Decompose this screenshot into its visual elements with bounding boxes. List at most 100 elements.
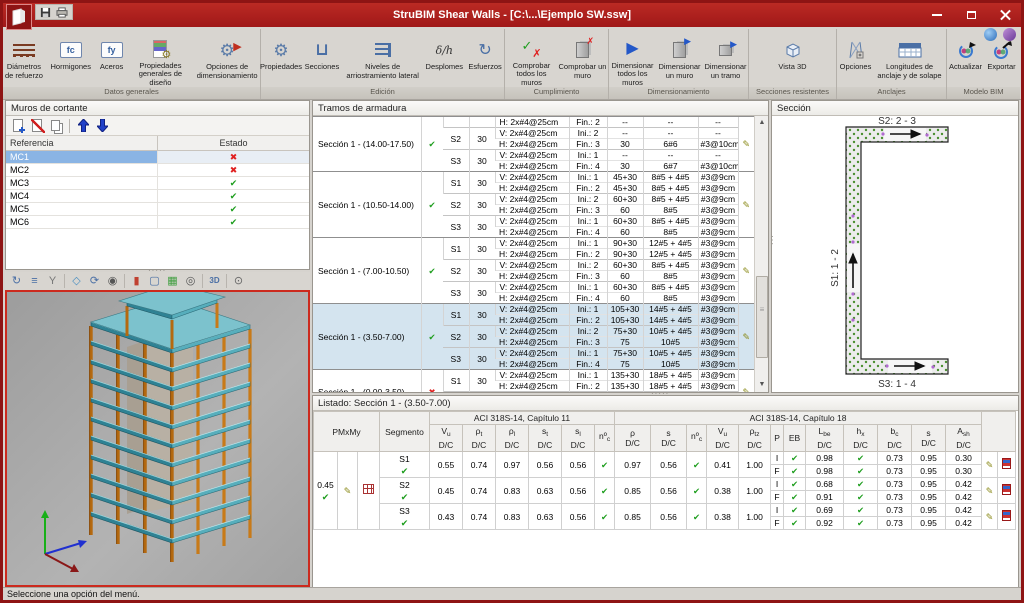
segment-report-button[interactable] [997, 503, 1017, 530]
wall-list-row[interactable]: MC4 ✔ [6, 190, 309, 203]
reinforcement-spec[interactable]: V: 2x#4@25cm [494, 325, 569, 337]
position-cell[interactable]: Ini.: 2 [568, 127, 607, 139]
wall-list-row[interactable]: MC2 ✖ [6, 164, 309, 177]
reinforcement-spec[interactable]: V: 2x#4@25cm [494, 391, 569, 392]
stirrup-cell[interactable]: #3@9cm [697, 380, 738, 392]
edit-wall-button[interactable] [29, 118, 45, 133]
edge-rebar-cell[interactable]: -- [642, 149, 698, 161]
edit-segment-button[interactable]: ✎ [981, 503, 999, 530]
edge-rebar-cell[interactable]: 12#5 + 4#5 [642, 248, 698, 260]
edge-rebar-cell[interactable]: 8#5 + 4#5 [642, 182, 698, 194]
reinforcement-spec[interactable]: V: 2x#4@25cm [494, 303, 569, 315]
position-cell[interactable]: Fin.: 2 [568, 248, 607, 260]
position-cell[interactable]: Ini.: 1 [568, 237, 607, 249]
section-span-name[interactable]: Sección 1 - (7.00-10.50) [313, 237, 421, 304]
position-cell[interactable]: Fin.: 3 [568, 138, 607, 150]
app-menu-button[interactable] [6, 4, 32, 30]
reinforcement-spec[interactable]: V: 2x#4@25cm [494, 215, 569, 227]
position-cell[interactable]: Fin.: 2 [568, 182, 607, 194]
edge-length-cell[interactable]: 105+30 [606, 303, 643, 315]
edge-rebar-cell[interactable]: 8#5 + 4#5 [642, 215, 698, 227]
add-wall-button[interactable] [10, 118, 25, 133]
design-properties-button[interactable]: ⚙ Propiedades generales de diseño [129, 38, 193, 87]
lateral-bracing-levels-button[interactable]: Niveles de arriostramiento lateral [343, 38, 423, 87]
edge-length-cell[interactable]: 135+30 [606, 369, 643, 381]
edit-span-button[interactable]: ✎ [737, 303, 754, 370]
maximize-button[interactable] [959, 6, 983, 23]
position-cell[interactable]: Ini.: 2 [568, 391, 607, 392]
reinforcement-spec[interactable]: H: 2x#4@25cm [495, 270, 569, 282]
close-button[interactable] [993, 6, 1017, 23]
reinforcement-row[interactable]: Sección 1 - (14.00-17.50) ✔ H: 2x#4@25cm Fi… [313, 116, 754, 172]
edge-length-cell[interactable]: 45+30 [606, 171, 643, 183]
position-cell[interactable]: Ini.: 1 [568, 347, 607, 359]
edge-length-cell[interactable]: 60 [606, 270, 643, 282]
pmxmy-detail-button[interactable] [357, 451, 380, 530]
stirrup-cell[interactable]: #3@9cm [697, 292, 738, 304]
edge-rebar-cell[interactable]: -- [642, 116, 698, 128]
segment-name[interactable]: S1 [442, 369, 469, 392]
mode-3d-icon[interactable]: 3D [206, 274, 223, 289]
properties-button[interactable]: ⚙ Propiedades [260, 38, 302, 87]
print-icon[interactable] [56, 6, 68, 18]
edit-span-button[interactable]: ✎ [737, 369, 754, 392]
position-cell[interactable]: Ini.: 2 [568, 325, 607, 337]
edge-length-cell[interactable]: 75+30 [606, 347, 643, 359]
edge-rebar-cell[interactable]: 8#5 + 4#5 [642, 193, 698, 205]
visibility-icon[interactable]: ◎ [182, 274, 199, 289]
stirrup-cell[interactable]: #3@9cm [697, 171, 738, 183]
section-span-name[interactable]: Sección 1 - (0.00-3.50) [313, 369, 421, 392]
edge-rebar-cell[interactable]: 10#5 + 4#5 [642, 325, 698, 337]
segment-report-button[interactable] [997, 477, 1017, 504]
edge-length-cell[interactable]: 60+30 [606, 259, 643, 271]
reinforcement-spec[interactable]: H: 2x#4@25cm [495, 160, 569, 172]
stirrup-cell[interactable]: #3@9cm [697, 270, 738, 282]
segment-width[interactable]: 30 [468, 325, 495, 348]
position-cell[interactable]: Fin.: 3 [568, 204, 607, 216]
segment-name[interactable] [442, 116, 469, 128]
anchor-lengths-button[interactable]: Longitudes de anclaje y de solape [875, 38, 945, 87]
wall-list-row[interactable]: MC1 ✖ [6, 151, 309, 164]
stirrup-cell[interactable]: #3@10cm [697, 160, 738, 172]
segment-width[interactable]: 30 [468, 127, 495, 150]
segment-name[interactable]: S3 [443, 149, 469, 172]
bim-update-button[interactable]: Actualizar [949, 38, 983, 87]
position-cell[interactable]: Fin.: 2 [568, 380, 607, 392]
axes-icon[interactable]: Y [44, 274, 61, 289]
position-cell[interactable]: Fin.: 3 [568, 336, 607, 348]
segment-width[interactable]: 30 [468, 391, 495, 392]
reinforcement-spec[interactable]: H: 2x#4@25cm [495, 248, 569, 260]
wall-reference[interactable]: MC4 [6, 190, 158, 202]
view-3d-button[interactable]: Vista 3D [765, 38, 821, 87]
segment-name[interactable]: S2 [443, 259, 469, 282]
reinforcement-spec[interactable]: H: 2x#4@25cm [495, 358, 569, 370]
reinforcement-row[interactable]: Sección 1 - (0.00-3.50) ✖ S1 30 V: 2x#4@25cm… [313, 369, 754, 392]
stirrup-cell[interactable]: #3@9cm [697, 226, 738, 238]
reinforcement-spec[interactable]: V: 2x#4@25cm [494, 149, 569, 161]
position-cell[interactable]: Fin.: 4 [568, 358, 607, 370]
reinforcement-spec[interactable]: V: 2x#4@25cm [494, 347, 569, 359]
edge-length-cell[interactable]: 60+30 [606, 215, 643, 227]
scrollbar-thumb[interactable] [756, 276, 768, 358]
section-span-name[interactable]: Sección 1 - (10.50-14.00) [313, 171, 421, 238]
edge-length-cell[interactable]: 60 [606, 292, 643, 304]
edge-rebar-cell[interactable]: 10#5 + 4#5 [642, 347, 698, 359]
wall-reference[interactable]: MC6 [6, 216, 158, 228]
reinforcement-row[interactable]: Sección 1 - (3.50-7.00) ✔ S1 30 V: 2x#4@25cm… [313, 303, 754, 370]
zoom-icon[interactable]: ⊙ [230, 274, 247, 289]
reinforcement-spec[interactable]: V: 2x#4@25cm [494, 281, 569, 293]
eye-pan-icon[interactable]: ◉ [104, 274, 121, 289]
reinforcement-spec[interactable]: H: 2x#4@25cm [494, 116, 569, 128]
edge-length-cell[interactable]: 60+30 [606, 193, 643, 205]
edge-rebar-cell[interactable]: 14#5 + 4#5 [642, 314, 698, 326]
wall-reference[interactable]: MC2 [6, 164, 158, 176]
edge-rebar-cell[interactable]: 8#5 + 4#5 [642, 171, 698, 183]
steel-button[interactable]: fy Aceros [97, 38, 127, 87]
size-one-span-button[interactable]: ▶ Dimensionar un tramo [704, 38, 748, 87]
edge-length-cell[interactable]: 90+30 [606, 237, 643, 249]
move-down-button[interactable] [95, 118, 110, 133]
sections-button[interactable]: ⊔ Secciones [303, 38, 341, 87]
edit-segment-button[interactable]: ✎ [981, 451, 999, 478]
stirrup-cell[interactable]: #3@9cm [697, 314, 738, 326]
segment-name[interactable]: S3 [443, 281, 469, 304]
